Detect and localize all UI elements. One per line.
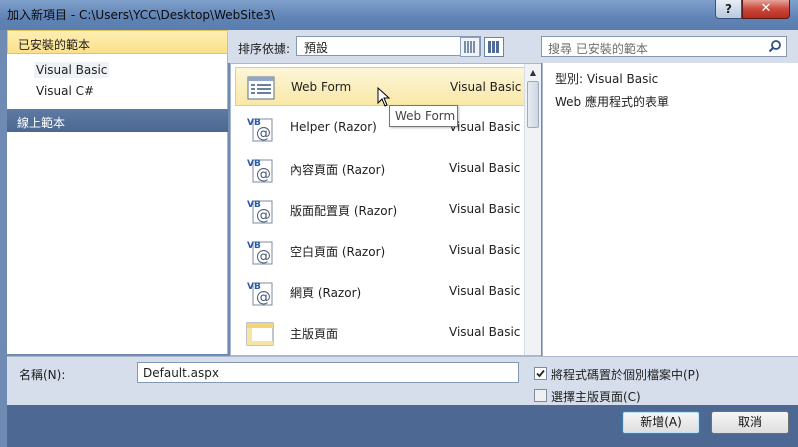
template-language: Visual Basic — [449, 284, 521, 298]
template-category-pane: 已安裝的範本 Visual Basic Visual C# 線上範本 — [7, 30, 228, 354]
template-name: 內容頁面 (Razor) — [290, 163, 386, 177]
medium-icons-view-icon — [488, 41, 499, 53]
mouse-cursor-icon — [377, 87, 391, 107]
svg-text:@: @ — [256, 288, 271, 306]
vb-razor-icon: VB @ — [247, 200, 273, 224]
sort-dropdown[interactable]: 預設 ▼ — [296, 36, 481, 56]
medium-icons-view-button[interactable] — [484, 37, 504, 57]
search-icon[interactable] — [768, 39, 782, 53]
small-icons-view-icon — [464, 41, 475, 53]
select-master-page-checkbox[interactable] — [534, 389, 547, 402]
svg-text:@: @ — [256, 165, 271, 183]
svg-text:@: @ — [256, 247, 271, 265]
template-name: 空白頁面 (Razor) — [290, 245, 386, 259]
template-name: 主版頁面 — [290, 327, 339, 341]
help-button[interactable]: ? — [715, 0, 742, 19]
template-search-input[interactable]: 搜尋 已安裝的範本 — [541, 36, 787, 57]
file-name-label: 名稱(N): — [19, 368, 66, 382]
template-description: Web 應用程式的表單 — [555, 95, 669, 109]
sort-label: 排序依據: — [238, 42, 291, 56]
template-language: Visual Basic — [449, 161, 521, 175]
vb-razor-icon: VB @ — [247, 241, 273, 265]
vb-razor-icon: VB @ — [247, 118, 273, 142]
template-name: Helper (Razor) — [290, 120, 377, 134]
file-name-input[interactable]: Default.aspx — [137, 362, 519, 383]
select-master-page-label[interactable]: 選擇主版頁面(C) — [551, 388, 641, 405]
template-toolbar: 排序依據: 預設 ▼ 搜尋 已安裝的範本 — [228, 30, 798, 63]
template-name: 網頁 (Razor) — [290, 286, 362, 300]
template-row-web-page-razor[interactable]: VB @ 網頁 (Razor) Visual Basic — [235, 272, 526, 311]
template-language: Visual Basic — [450, 80, 522, 94]
template-type-line: 型別: Visual Basic — [555, 72, 659, 86]
webform-icon — [247, 76, 275, 100]
vb-razor-icon: VB @ — [247, 159, 273, 183]
vb-razor-icon: VB @ — [247, 282, 273, 306]
checkmark-icon — [536, 369, 545, 378]
online-templates-header[interactable]: 線上範本 — [7, 109, 228, 132]
file-options-area: 名稱(N): Default.aspx 將程式碼置於個別檔案中(P) 選擇主版頁… — [7, 356, 798, 405]
template-row-empty-page-razor[interactable]: VB @ 空白頁面 (Razor) Visual Basic — [235, 231, 526, 270]
scroll-thumb[interactable] — [527, 81, 539, 128]
small-icons-view-button[interactable] — [460, 37, 480, 57]
template-details-pane: 型別: Visual Basic Web 應用程式的表單 — [542, 63, 798, 356]
dialog-footer: 新增(A) 取消 — [7, 405, 798, 447]
add-button[interactable]: 新增(A) — [622, 411, 700, 434]
template-language: Visual Basic — [449, 120, 521, 134]
search-placeholder: 搜尋 已安裝的範本 — [548, 42, 648, 56]
sort-dropdown-value: 預設 — [304, 41, 329, 55]
installed-templates-header[interactable]: 已安裝的範本 — [7, 30, 228, 54]
template-list-scrollbar[interactable]: ▲ — [524, 64, 541, 355]
masterpage-icon — [246, 322, 274, 346]
window-title: 加入新項目 - C:\Users\YCC\Desktop\WebSite3\ — [7, 8, 275, 22]
template-row-master-page[interactable]: 主版頁面 Visual Basic — [235, 313, 526, 352]
template-language: Visual Basic — [449, 325, 521, 339]
template-name: 版面配置頁 (Razor) — [290, 204, 398, 218]
template-language: Visual Basic — [449, 243, 521, 257]
category-visual-basic[interactable]: Visual Basic — [34, 62, 110, 78]
code-separate-file-label[interactable]: 將程式碼置於個別檔案中(P) — [551, 366, 700, 383]
template-row-content-page-razor[interactable]: VB @ 內容頁面 (Razor) Visual Basic — [235, 149, 526, 188]
template-row-layout-page-razor[interactable]: VB @ 版面配置頁 (Razor) Visual Basic — [235, 190, 526, 229]
title-bar[interactable]: 加入新項目 - C:\Users\YCC\Desktop\WebSite3\ ?… — [0, 0, 798, 30]
template-language: Visual Basic — [449, 202, 521, 216]
template-name: Web Form — [291, 80, 352, 94]
code-separate-file-checkbox[interactable] — [534, 367, 547, 380]
cancel-button[interactable]: 取消 — [711, 411, 789, 434]
svg-text:@: @ — [256, 206, 271, 224]
template-tooltip: Web Form — [389, 105, 458, 127]
scroll-up-arrow-icon[interactable]: ▲ — [525, 64, 541, 81]
svg-text:@: @ — [256, 124, 271, 142]
template-row-helper-razor[interactable]: VB @ Helper (Razor) Visual Basic — [235, 108, 526, 147]
close-button[interactable]: ✕ — [742, 0, 790, 19]
category-visual-csharp[interactable]: Visual C# — [34, 83, 96, 99]
